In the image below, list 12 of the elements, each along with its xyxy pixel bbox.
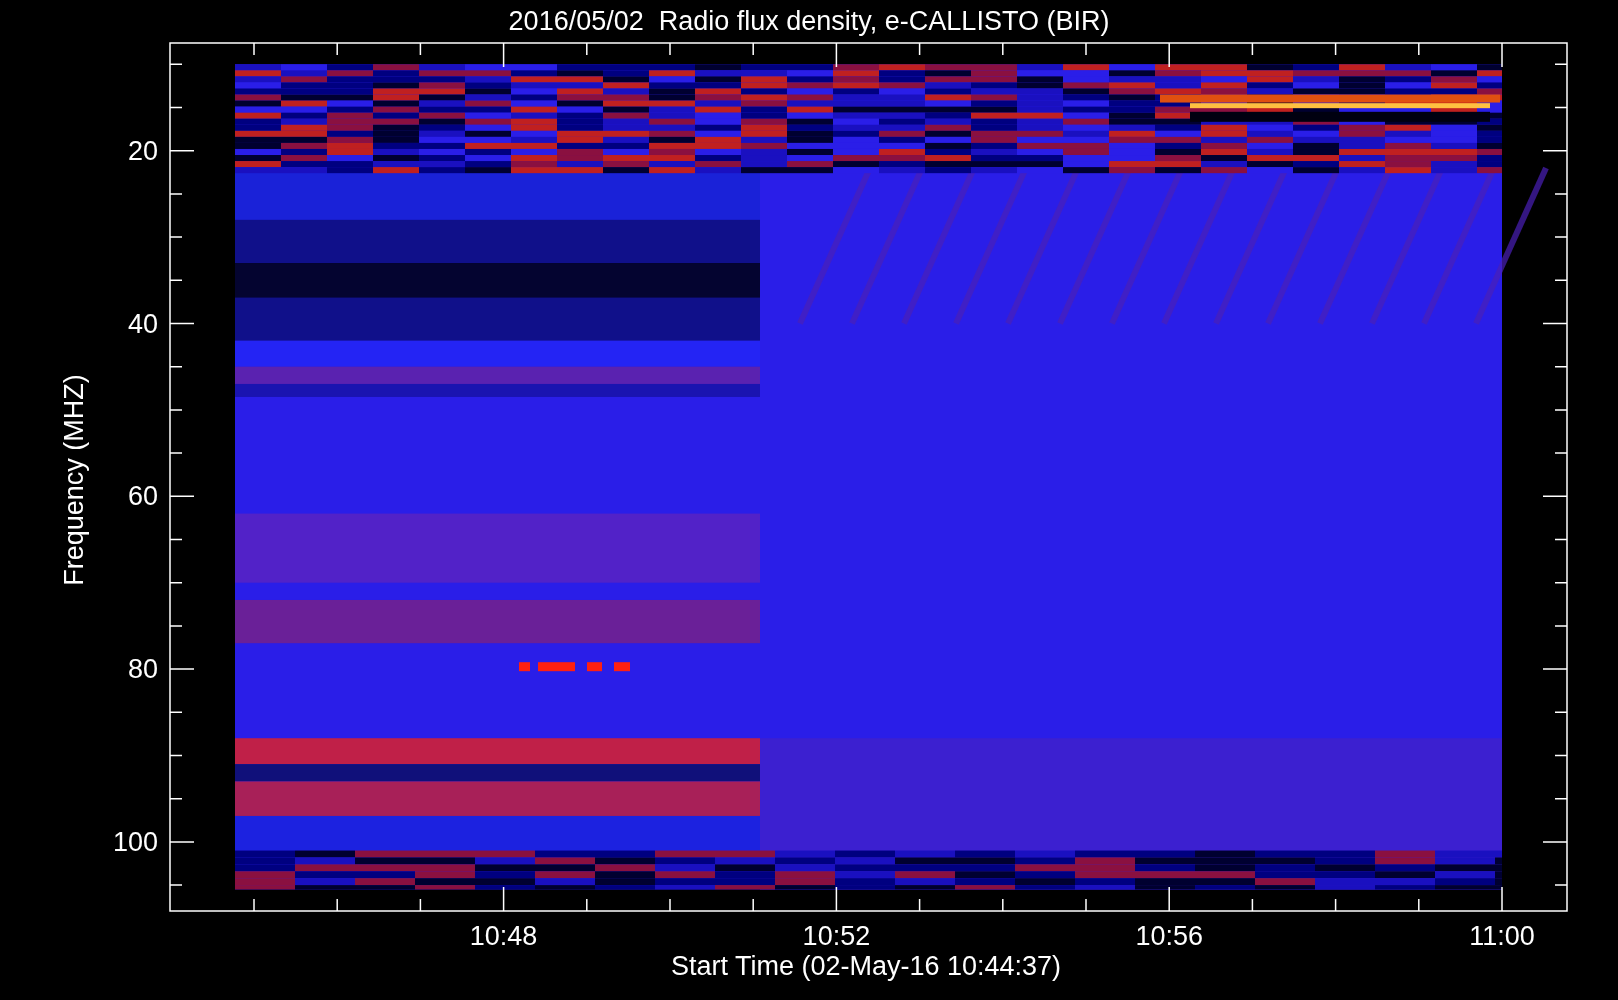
x-tick-label: 10:56 bbox=[1135, 921, 1203, 951]
y-tick-label: 20 bbox=[127, 135, 158, 166]
y-tick-label: 80 bbox=[127, 654, 158, 685]
y-tick-label: 60 bbox=[127, 481, 158, 512]
y-tick-label: 40 bbox=[127, 308, 158, 339]
chart-title: 2016/05/02 Radio flux density, e-CALLISTO (BIR) bbox=[508, 6, 1110, 36]
y-axis-label: Frequency (MHZ) bbox=[59, 374, 89, 586]
x-tick-label: 10:52 bbox=[802, 921, 871, 951]
x-axis-label: Start Time (02-May-16 10:44:37) bbox=[670, 951, 1062, 981]
x-tick-label: 10:48 bbox=[469, 921, 538, 951]
x-tick-label: 11:00 bbox=[1469, 921, 1535, 951]
y-tick-label: 100 bbox=[112, 826, 158, 857]
